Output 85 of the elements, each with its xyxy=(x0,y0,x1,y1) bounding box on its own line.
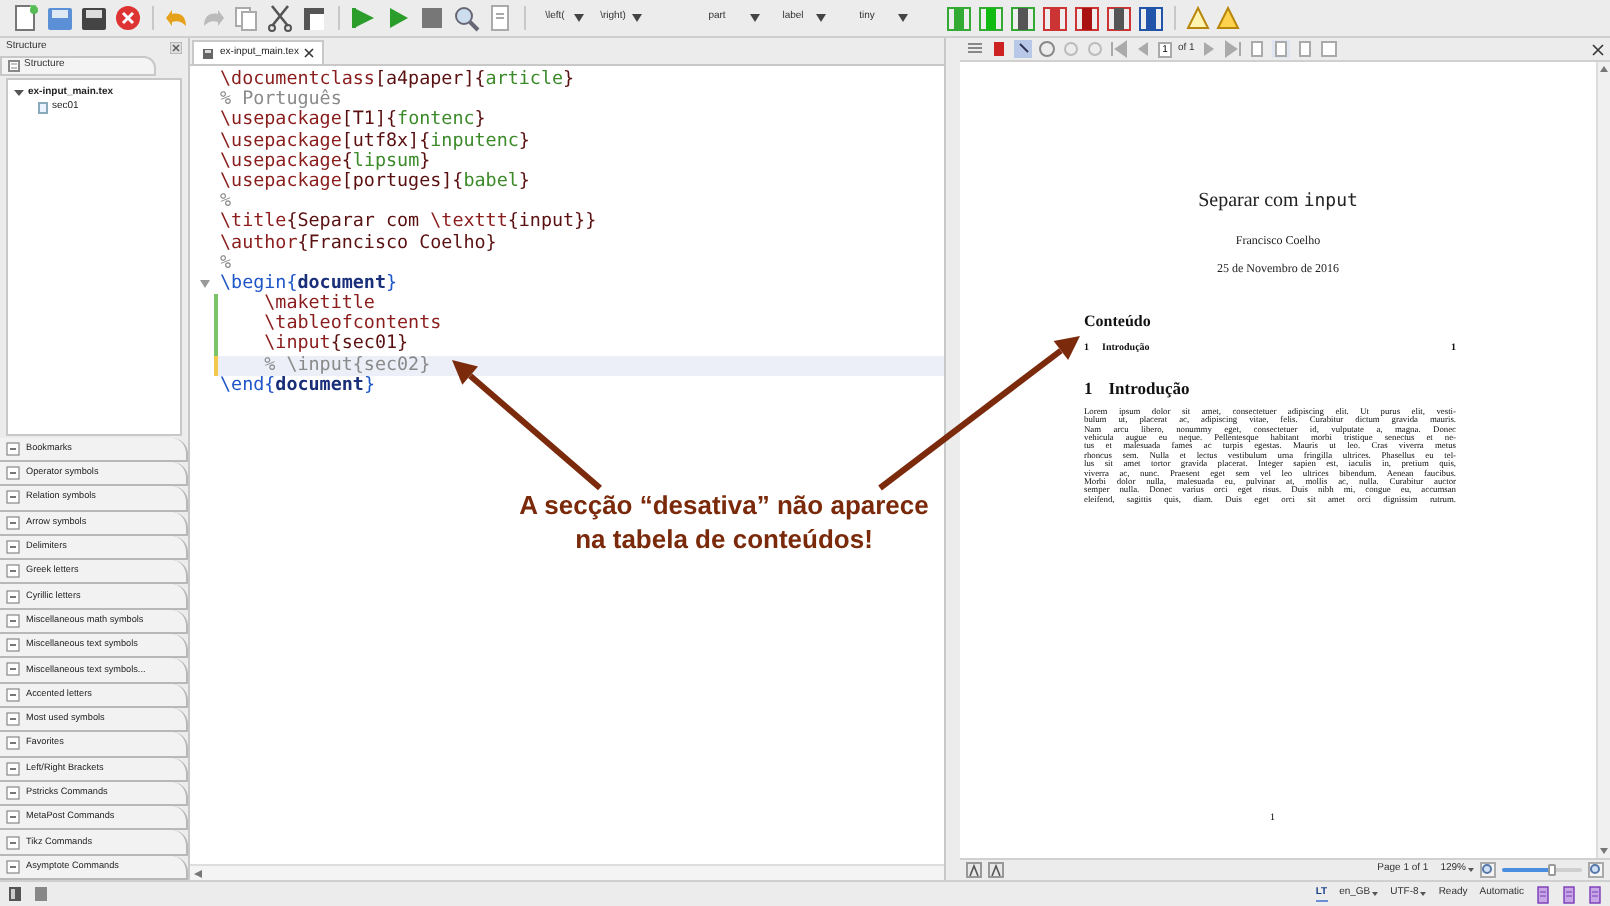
toc-heading: Conteúdo xyxy=(1084,309,1153,333)
symbol-icon xyxy=(6,589,20,604)
zoom-slider-thumb[interactable] xyxy=(1547,864,1556,876)
annotation-text: A secção “desativa” não aparece xyxy=(519,488,929,522)
last-page-icon[interactable] xyxy=(1224,40,1243,58)
code-line: \usepackage[T1]{fontenc} xyxy=(218,110,486,132)
code-line: % xyxy=(218,192,232,213)
symbol-icon xyxy=(6,515,20,530)
symbol-icon xyxy=(6,539,20,554)
annotation-text: na tabela de conteúdos! xyxy=(575,522,873,556)
code-line: \documentclass[a4paper]{article} xyxy=(218,70,575,90)
close-icon[interactable] xyxy=(304,48,315,58)
vertical-scrollbar[interactable] xyxy=(1596,62,1610,858)
table-icon[interactable] xyxy=(1010,5,1036,31)
close-icon[interactable] xyxy=(1592,43,1604,55)
symbol-icon xyxy=(6,638,20,653)
symbol-icon xyxy=(6,466,20,481)
fold-arrow-icon[interactable] xyxy=(200,279,210,288)
section-number: 1 xyxy=(1084,376,1093,402)
document-icon[interactable] xyxy=(1536,885,1550,903)
table-icon[interactable] xyxy=(1138,5,1164,31)
symbol-icon xyxy=(6,835,20,850)
code-line: \tableofcontents xyxy=(262,314,442,335)
code-line: \maketitle xyxy=(262,294,375,315)
symbol-icon xyxy=(6,490,20,505)
code-line: \input{sec01} xyxy=(262,334,409,356)
first-page-icon[interactable] xyxy=(1110,40,1128,58)
new-file-icon[interactable] xyxy=(12,4,40,32)
list-icon xyxy=(8,60,20,72)
code-line: \title{Separar com \texttt{input}} xyxy=(218,212,597,233)
play-icon[interactable] xyxy=(384,4,412,32)
caret-icon xyxy=(750,14,760,22)
symbol-icon xyxy=(6,687,20,702)
up-arrow-icon[interactable] xyxy=(1600,66,1608,72)
file-icon xyxy=(38,101,48,113)
symbol-icon xyxy=(6,564,20,579)
warning-icon[interactable] xyxy=(1186,6,1210,30)
code-line: \usepackage[portuges]{babel} xyxy=(218,171,530,193)
code-line: \begin{document} xyxy=(218,273,398,294)
code-line: \author{Francisco Coelho} xyxy=(218,233,497,254)
save-icon[interactable] xyxy=(80,4,108,32)
table-icon[interactable] xyxy=(1106,5,1132,31)
symbol-icon xyxy=(6,859,20,874)
symbol-icon xyxy=(6,810,20,825)
save-icon xyxy=(202,47,214,59)
down-arrow-icon[interactable] xyxy=(1600,848,1608,854)
list-icon[interactable] xyxy=(966,40,984,58)
table-icon[interactable] xyxy=(1042,5,1068,31)
code-line: \usepackage{lipsum} xyxy=(218,151,431,172)
caret-icon xyxy=(898,14,908,22)
symbol-icon xyxy=(6,785,20,800)
code-line: \end{document} xyxy=(218,375,375,396)
code-line: % \input{sec02} xyxy=(262,355,431,376)
caret-icon xyxy=(1468,868,1474,872)
expanded-arrow-icon[interactable] xyxy=(14,88,24,98)
symbol-icon xyxy=(6,441,20,456)
code-line: % Português xyxy=(218,90,342,111)
search-icon[interactable] xyxy=(452,4,480,32)
symbol-icon xyxy=(6,712,20,727)
close-icon[interactable] xyxy=(170,41,182,53)
stop-icon[interactable] xyxy=(418,4,446,32)
cut-icon[interactable] xyxy=(266,4,294,32)
symbol-icon xyxy=(6,613,20,628)
caret-icon xyxy=(1372,892,1379,896)
document-icon[interactable] xyxy=(486,4,514,32)
horizontal-scrollbar[interactable] xyxy=(190,864,944,880)
left-arrow-icon[interactable] xyxy=(194,869,202,877)
symbol-icon xyxy=(6,761,20,776)
code-line: \usepackage[utf8x]{inputenc} xyxy=(218,131,530,152)
warning-icon[interactable] xyxy=(1216,6,1240,30)
document-title: Separar com input xyxy=(1198,188,1358,216)
previous-page-icon[interactable] xyxy=(1134,40,1152,58)
caret-icon xyxy=(632,14,642,22)
caret-icon xyxy=(816,14,826,22)
table-icon[interactable] xyxy=(1074,5,1100,31)
document-icon[interactable] xyxy=(1562,885,1576,903)
caret-icon xyxy=(1420,892,1427,896)
symbol-icon xyxy=(6,736,20,751)
symbol-icon xyxy=(6,662,20,677)
section-heading: Introdução xyxy=(1108,376,1190,402)
document-icon[interactable] xyxy=(1588,885,1602,903)
caret-icon xyxy=(574,14,584,22)
code-line: % xyxy=(218,253,232,274)
next-page-icon[interactable] xyxy=(1200,40,1219,58)
run-icon[interactable] xyxy=(350,4,378,32)
